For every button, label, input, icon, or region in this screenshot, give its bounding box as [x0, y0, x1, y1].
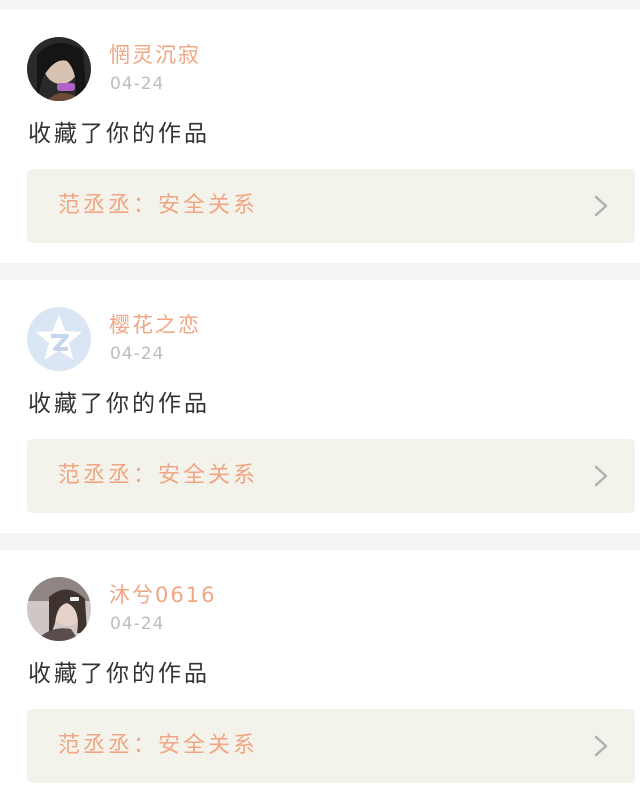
action-text: 收藏了你的作品: [28, 661, 210, 687]
user-avatar[interactable]: [27, 307, 91, 371]
notification-card: 樱花之恋 04-24 收藏了你的作品 范丞丞：安全关系: [0, 280, 640, 533]
action-text: 收藏了你的作品: [28, 121, 210, 147]
notification-card: 惘灵沉寂 04-24 收藏了你的作品 范丞丞：安全关系: [0, 10, 640, 263]
username[interactable]: 惘灵沉寂: [109, 41, 201, 69]
chevron-right-icon: [594, 735, 608, 757]
work-title: 范丞丞：安全关系: [58, 463, 259, 488]
work-link[interactable]: 范丞丞：安全关系: [27, 169, 635, 243]
work-link[interactable]: 范丞丞：安全关系: [27, 709, 635, 783]
notification-card: 沐兮0616 04-24 收藏了你的作品 范丞丞：安全关系: [0, 550, 640, 795]
username[interactable]: 沐兮0616: [109, 581, 216, 609]
chevron-right-icon: [594, 465, 608, 487]
chevron-right-icon: [594, 195, 608, 217]
user-avatar[interactable]: [27, 37, 91, 101]
notification-date: 04-24: [110, 74, 165, 94]
work-link[interactable]: 范丞丞：安全关系: [27, 439, 635, 513]
action-text: 收藏了你的作品: [28, 391, 210, 417]
user-avatar[interactable]: [27, 577, 91, 641]
notification-feed: 惘灵沉寂 04-24 收藏了你的作品 范丞丞：安全关系 樱花之恋 04-24 收…: [0, 0, 640, 795]
work-title: 范丞丞：安全关系: [58, 193, 259, 218]
work-title: 范丞丞：安全关系: [58, 733, 259, 758]
username[interactable]: 樱花之恋: [109, 311, 201, 339]
notification-date: 04-24: [110, 344, 165, 364]
notification-date: 04-24: [110, 614, 165, 634]
